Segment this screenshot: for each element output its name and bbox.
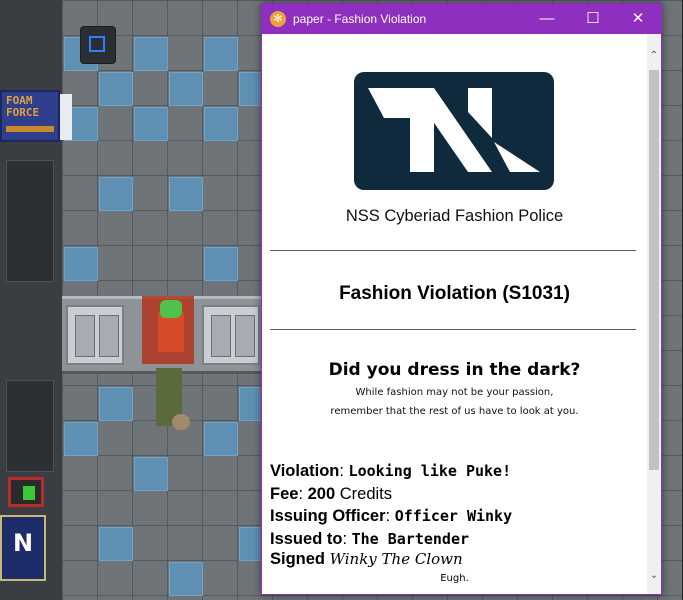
door-pane [235, 315, 255, 357]
officer-label: Issuing Officer [270, 507, 386, 525]
maximize-button[interactable]: ☐ [570, 4, 616, 34]
floor-tile [64, 422, 98, 456]
fee-row: Fee: 200 Credits [270, 485, 392, 503]
wall-panel [6, 380, 54, 472]
door-pane [75, 315, 95, 357]
divider [270, 250, 636, 251]
paper-window[interactable]: ✻ paper - Fashion Violation — ☐ ✕ NSS Cy… [261, 3, 662, 595]
poster-text: FOAM FORCE [6, 94, 40, 119]
signed-row: Signed Winky The Clown [270, 550, 463, 569]
window-titlebar[interactable]: ✻ paper - Fashion Violation — ☐ ✕ [262, 4, 661, 34]
alarm-light-icon [23, 486, 35, 500]
paper-content[interactable]: NSS Cyberiad Fashion Police Fashion Viol… [262, 34, 647, 594]
signature: Winky The Clown [329, 550, 463, 568]
vertical-scrollbar[interactable]: ⌃ ⌄ [647, 34, 661, 594]
floor-tile [134, 457, 168, 491]
issued-to-value: The Bartender [351, 530, 470, 548]
wall-sign [60, 94, 72, 140]
floor-tile [169, 72, 203, 106]
close-button[interactable]: ✕ [615, 4, 661, 34]
floor-tile [99, 387, 133, 421]
wall-console[interactable] [80, 26, 116, 64]
airlock-door[interactable] [202, 305, 260, 365]
minimize-button[interactable]: — [524, 4, 570, 34]
signed-label: Signed [270, 550, 326, 568]
violation-row: Violation: Looking like Puke! [270, 462, 512, 480]
violation-value: Looking like Puke! [348, 462, 512, 480]
floor-tile [99, 72, 133, 106]
floor-tile [169, 562, 203, 596]
lizard-character[interactable] [150, 368, 190, 438]
foam-gun-icon [6, 126, 54, 132]
character-head [160, 300, 182, 318]
floor-tile [204, 107, 238, 141]
window-title: paper - Fashion Violation [293, 12, 427, 26]
document-title: Fashion Violation (S1031) [339, 283, 570, 304]
door-pane [211, 315, 231, 357]
floor-tile [134, 107, 168, 141]
fee-unit: Credits [339, 485, 392, 503]
banner-letter: N [12, 529, 34, 557]
character-tail [172, 414, 190, 430]
scrollbar-thumb[interactable] [649, 70, 659, 470]
floor-tile [204, 422, 238, 456]
paper-icon: ✻ [270, 11, 286, 27]
floor-tile [134, 37, 168, 71]
nanotrasen-banner: N [0, 515, 46, 581]
floor-tile [204, 37, 238, 71]
nss-logo-icon [368, 88, 540, 172]
character-body [158, 312, 184, 352]
officer-value: Officer Winky [394, 507, 513, 525]
clown-character[interactable] [142, 296, 194, 366]
nss-logo [354, 72, 554, 190]
floor-tile [99, 527, 133, 561]
floor-tile [169, 177, 203, 211]
wall-panel [6, 160, 54, 282]
headline-question: Did you dress in the dark? [328, 360, 581, 380]
floor-tile [99, 177, 133, 211]
issued-to-label: Issued to [270, 530, 343, 548]
fee-amount: 200 [307, 485, 336, 503]
org-name: NSS Cyberiad Fashion Police [345, 207, 564, 225]
floor-tile [204, 247, 238, 281]
scroll-down-icon[interactable]: ⌄ [647, 568, 661, 584]
door-pane [99, 315, 119, 357]
foam-force-poster[interactable]: FOAM FORCE [0, 90, 60, 142]
divider [270, 329, 636, 330]
fee-label: Fee [270, 485, 299, 503]
message-line-1: While fashion may not be your passion, [355, 387, 554, 398]
scroll-up-icon[interactable]: ⌃ [647, 48, 661, 64]
console-screen [89, 36, 105, 52]
violation-label: Violation [270, 462, 340, 480]
issued-to-row: Issued to: The Bartender [270, 530, 470, 548]
officer-row: Issuing Officer: Officer Winky [270, 507, 513, 525]
floor-tile [64, 247, 98, 281]
fire-alarm[interactable] [8, 477, 44, 507]
message-line-2: remember that the rest of us have to loo… [330, 406, 579, 417]
closing-remark: Eugh. [440, 573, 469, 584]
airlock-door[interactable] [66, 305, 124, 365]
